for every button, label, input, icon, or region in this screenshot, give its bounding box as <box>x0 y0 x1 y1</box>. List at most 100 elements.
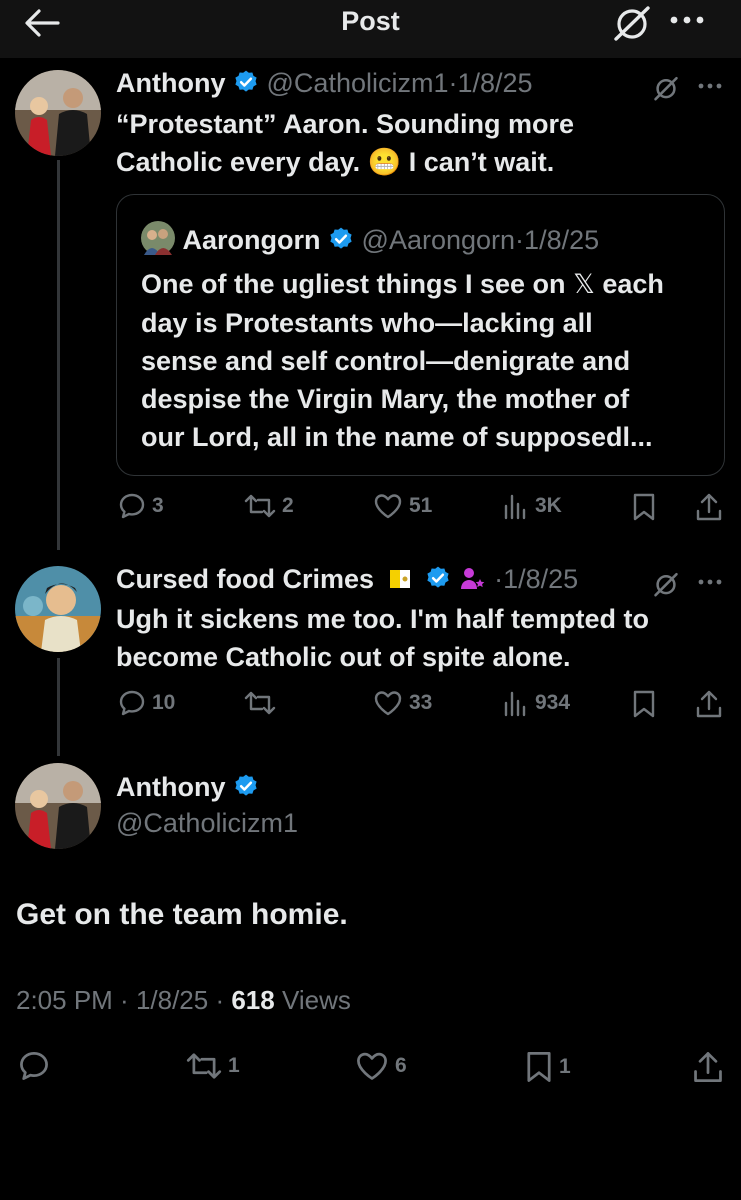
author-name[interactable]: Anthony <box>116 68 225 98</box>
more-icon <box>670 16 704 24</box>
x-logo-icon: 𝕏 <box>573 269 595 300</box>
reply-icon <box>119 690 145 716</box>
views-button[interactable]: 934 <box>503 689 570 717</box>
share-icon <box>694 1052 722 1082</box>
post-date[interactable]: 1/8/25 <box>457 68 532 98</box>
text-line: day is Protestants who—lacking all <box>141 308 593 338</box>
reply-icon <box>119 493 145 519</box>
post-date[interactable]: 1/8/25 <box>136 985 208 1015</box>
tweet1-actions: 3 2 51 3K <box>0 492 741 526</box>
top-bar: Post <box>0 0 741 58</box>
more-options-button[interactable] <box>668 10 708 35</box>
text-line: despise the Virgin Mary, the mother of <box>141 384 630 414</box>
bookmark-count: 1 <box>559 1055 571 1078</box>
avatar-anthony[interactable] <box>15 763 101 849</box>
like-count: 6 <box>395 1054 407 1077</box>
like-button[interactable]: 33 <box>373 689 432 717</box>
post-time[interactable]: 2:05 PM <box>16 985 113 1015</box>
text-fragment: each <box>602 269 664 299</box>
text-line: our Lord, all in the name of supposedl..… <box>141 422 653 452</box>
grok-icon[interactable] <box>652 74 680 102</box>
views-count: 618 <box>231 985 275 1015</box>
vatican-flag-icon <box>389 570 410 588</box>
text-line: sense and self control—denigrate and <box>141 346 631 376</box>
text-line: One of the ugliest things I see on 𝕏 eac… <box>141 265 716 304</box>
quoted-post[interactable]: Aarongorn @Aarongorn·1/8/25 One of the u… <box>116 194 725 476</box>
share-button[interactable] <box>695 492 723 522</box>
like-count: 51 <box>409 494 433 517</box>
views-button[interactable]: 3K <box>503 492 562 520</box>
post-date[interactable]: 1/8/25 <box>503 564 578 594</box>
quote-text: One of the ugliest things I see on 𝕏 eac… <box>141 265 716 456</box>
text-fragment: I can’t wait. <box>408 147 555 177</box>
verified-icon <box>235 70 257 92</box>
bookmark-icon <box>633 690 655 718</box>
like-icon <box>357 1052 387 1080</box>
bookmark-button[interactable] <box>632 492 656 522</box>
tweet1-header: Anthony @Catholicizm1·1/8/25 <box>116 68 533 99</box>
like-button[interactable]: 51 <box>373 492 432 520</box>
grok-icon <box>614 6 650 41</box>
like-count: 33 <box>409 691 433 714</box>
repost-icon <box>186 1053 222 1079</box>
repost-count: 2 <box>282 494 294 517</box>
share-icon <box>696 493 722 521</box>
quote-avatar <box>141 221 175 255</box>
quote-date: 1/8/25 <box>524 225 600 255</box>
tweet2-text: Ugh it sickens me too. I'm half tempted … <box>116 600 736 676</box>
author-handle[interactable]: @Catholicizm1 <box>116 808 298 839</box>
repost-button[interactable] <box>244 689 282 717</box>
author-name[interactable]: Anthony <box>116 772 225 802</box>
share-button[interactable] <box>695 689 723 719</box>
quote-author-name: Aarongorn <box>182 225 321 255</box>
reply-button[interactable]: 3 <box>118 492 164 520</box>
avatar-cursed-food-crimes[interactable] <box>15 566 101 652</box>
avatar-image <box>15 70 101 156</box>
main-author: Anthony <box>116 772 259 803</box>
text-line: Ugh it sickens me too. I'm half tempted … <box>116 604 649 634</box>
bookmark-button[interactable] <box>632 689 656 719</box>
tweet2-header: Cursed food Crimes ·1/8/25 <box>116 564 578 595</box>
reply-count: 3 <box>152 494 164 517</box>
quote-header: Aarongorn @Aarongorn·1/8/25 <box>141 221 599 256</box>
reply-icon <box>20 1052 48 1080</box>
bookmark-icon <box>633 493 655 521</box>
author-name[interactable]: Cursed food Crimes <box>116 564 374 594</box>
like-button[interactable]: 6 <box>355 1050 407 1082</box>
verified-icon <box>235 774 257 796</box>
like-icon <box>374 691 402 716</box>
text-line: “Protestant” Aaron. Sounding more <box>116 109 575 139</box>
views-icon <box>504 691 526 717</box>
text-line: Catholic every day. 😬 I can’t wait. <box>116 143 726 181</box>
grok-icon[interactable] <box>652 570 680 598</box>
main-post-text: Get on the team homie. <box>16 898 348 931</box>
tweet2-actions: 10 33 934 <box>0 689 741 723</box>
avatar-anthony[interactable] <box>15 70 101 156</box>
share-button[interactable] <box>692 1050 724 1084</box>
separator-dot: · <box>494 564 504 594</box>
views-count: 934 <box>535 691 571 714</box>
main-actions: 1 6 1 <box>0 1050 741 1084</box>
text-fragment: One of the ugliest things I see on <box>141 269 566 299</box>
post-meta: 2:05 PM · 1/8/25 · 618 Views <box>16 985 351 1015</box>
repost-icon <box>244 494 276 518</box>
bookmark-button[interactable]: 1 <box>525 1050 571 1084</box>
repost-button[interactable]: 2 <box>244 492 294 520</box>
bookmark-icon <box>527 1052 551 1082</box>
reply-button[interactable] <box>18 1050 50 1082</box>
grok-button[interactable] <box>612 4 652 47</box>
verified-icon <box>330 227 352 249</box>
reply-count: 10 <box>152 691 176 714</box>
quote-author-handle: @Aarongorn <box>361 225 516 255</box>
repost-icon <box>244 691 276 715</box>
like-icon <box>374 494 402 519</box>
more-icon[interactable] <box>697 576 723 588</box>
verified-icon <box>427 566 449 588</box>
more-icon[interactable] <box>697 80 723 92</box>
text-line: become Catholic out of spite alone. <box>116 642 571 672</box>
reply-button[interactable]: 10 <box>118 689 175 717</box>
author-handle[interactable]: @Catholicizm1 <box>267 68 449 98</box>
share-icon <box>696 690 722 718</box>
repost-button[interactable]: 1 <box>186 1050 240 1082</box>
views-count: 3K <box>535 494 562 517</box>
